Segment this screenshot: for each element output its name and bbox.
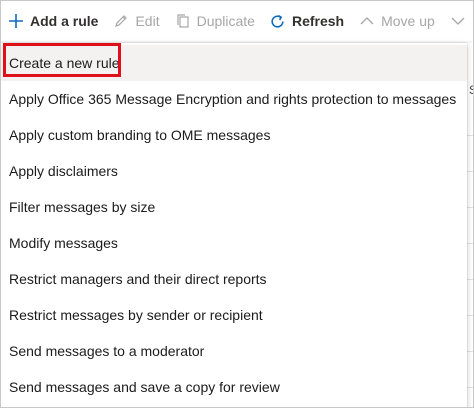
move-down-button[interactable]: M (449, 1, 473, 41)
menu-item-apply-ome-encryption[interactable]: Apply Office 365 Message Encryption and … (1, 81, 467, 117)
menu-item-label: Apply Office 365 Message Encryption and … (9, 91, 457, 107)
pencil-icon (112, 12, 130, 30)
row-divider (467, 171, 473, 172)
row-divider (467, 207, 473, 208)
menu-item-create-new-rule[interactable]: Create a new rule (1, 45, 467, 81)
menu-item-label: Apply custom branding to OME messages (9, 127, 271, 143)
row-divider (467, 279, 473, 280)
row-divider (467, 315, 473, 316)
chevron-down-icon (449, 12, 467, 30)
menu-item-restrict-managers[interactable]: Restrict managers and their direct repor… (1, 261, 467, 297)
refresh-button[interactable]: Refresh (269, 1, 344, 41)
edit-label: Edit (135, 13, 160, 29)
add-rule-label: Add a rule (30, 13, 99, 29)
menu-item-label: Modify messages (9, 235, 118, 251)
menu-item-label: Filter messages by size (9, 199, 156, 215)
row-divider (467, 387, 473, 388)
duplicate-icon (174, 12, 192, 30)
menu-item-label: Apply disclaimers (9, 163, 118, 179)
menu-item-apply-disclaimers[interactable]: Apply disclaimers (1, 153, 467, 189)
refresh-label: Refresh (291, 13, 345, 29)
menu-item-label: Send messages to a moderator (9, 343, 205, 359)
toolbar: Add a rule Edit Duplicate Refresh Move u… (1, 1, 473, 41)
menu-item-send-and-save-copy[interactable]: Send messages and save a copy for review (1, 369, 467, 405)
menu-item-label: Restrict managers and their direct repor… (9, 271, 267, 287)
chevron-up-icon (358, 12, 376, 30)
edit-button[interactable]: Edit (112, 1, 160, 41)
menu-item-send-to-moderator[interactable]: Send messages to a moderator (1, 333, 467, 369)
menu-item-filter-by-size[interactable]: Filter messages by size (1, 189, 467, 225)
duplicate-button[interactable]: Duplicate (174, 1, 255, 41)
row-divider (467, 351, 473, 352)
move-up-button[interactable]: Move up (358, 1, 435, 41)
menu-item-label: Restrict messages by sender or recipient (9, 307, 263, 323)
menu-item-apply-custom-branding[interactable]: Apply custom branding to OME messages (1, 117, 467, 153)
add-rule-button[interactable]: Add a rule (7, 1, 98, 41)
menu-item-label: Create a new rule (9, 55, 120, 71)
refresh-icon (269, 12, 287, 30)
column-header-fragment: S (469, 83, 473, 97)
add-rule-dropdown-menu: Create a new rule Apply Office 365 Messa… (1, 43, 467, 407)
plus-icon (7, 12, 25, 30)
menu-item-label: Send messages and save a copy for review (9, 379, 280, 395)
menu-item-restrict-sender-recipient[interactable]: Restrict messages by sender or recipient (1, 297, 467, 333)
rules-panel: Add a rule Edit Duplicate Refresh Move u… (0, 0, 474, 408)
menu-item-modify-messages[interactable]: Modify messages (1, 225, 467, 261)
row-divider (467, 243, 473, 244)
background-table-edge: S (467, 43, 473, 407)
row-divider (467, 135, 473, 136)
move-up-label: Move up (381, 13, 435, 29)
duplicate-label: Duplicate (196, 13, 255, 29)
